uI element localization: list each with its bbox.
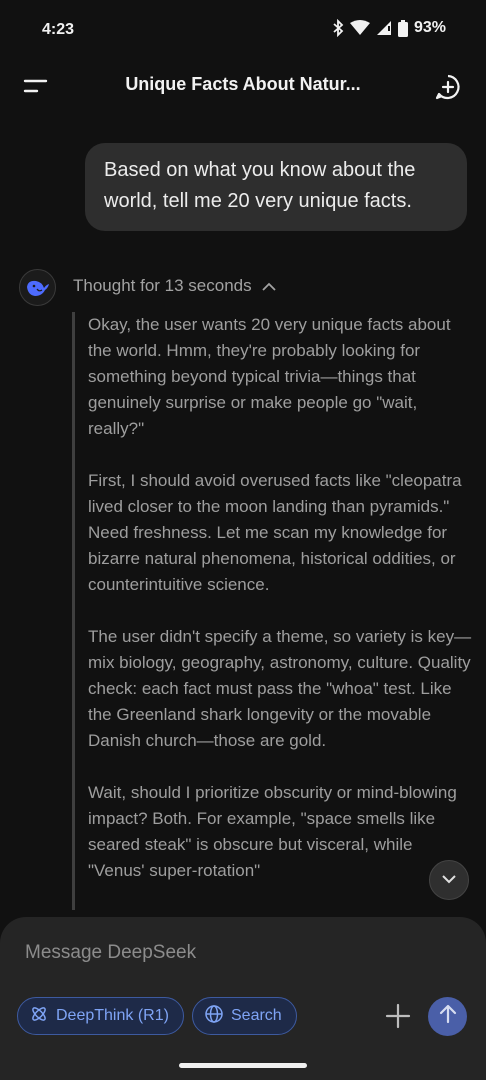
plus-icon[interactable] bbox=[384, 1002, 412, 1030]
deepthink-button[interactable]: DeepThink (R1) bbox=[17, 997, 184, 1035]
home-indicator[interactable] bbox=[179, 1063, 307, 1068]
wifi-icon bbox=[349, 20, 370, 36]
chat-area[interactable]: Based on what you know about the world, … bbox=[0, 112, 486, 917]
status-icons: 93% bbox=[332, 19, 446, 37]
search-label: Search bbox=[231, 1007, 282, 1024]
thought-paragraph: Okay, the user wants 20 very unique fact… bbox=[88, 315, 451, 438]
thought-label: Thought for 13 seconds bbox=[73, 276, 252, 295]
thought-paragraph: The user didn't specify a theme, so vari… bbox=[88, 627, 472, 750]
chat-title: Unique Facts About Natur... bbox=[125, 74, 361, 94]
signal-icon bbox=[376, 20, 392, 36]
thought-content: Okay, the user wants 20 very unique fact… bbox=[72, 312, 472, 910]
composer: Message DeepSeek DeepThink (R1) Search bbox=[0, 917, 486, 1080]
status-bar: 4:23 93% bbox=[0, 0, 486, 60]
battery-percent: 93% bbox=[413, 19, 446, 36]
message-input[interactable]: Message DeepSeek bbox=[25, 942, 196, 964]
search-button[interactable]: Search bbox=[192, 997, 297, 1035]
chevron-up-icon bbox=[261, 276, 276, 296]
scroll-down-button[interactable] bbox=[429, 860, 469, 900]
status-time: 4:23 bbox=[42, 21, 75, 38]
new-chat-icon[interactable] bbox=[434, 73, 462, 101]
thought-paragraph: Wait, should I prioritize obscurity or m… bbox=[88, 783, 457, 880]
app-header: Unique Facts About Natur... bbox=[0, 60, 486, 112]
send-button[interactable] bbox=[428, 997, 467, 1036]
user-message: Based on what you know about the world, … bbox=[85, 143, 467, 231]
thought-paragraph: First, I should avoid overused facts lik… bbox=[88, 471, 462, 594]
battery-icon bbox=[397, 19, 408, 37]
deepseek-whale-icon bbox=[19, 269, 56, 306]
globe-icon bbox=[204, 1004, 224, 1029]
thought-toggle[interactable]: Thought for 13 seconds bbox=[73, 276, 276, 296]
atom-icon bbox=[29, 1004, 49, 1029]
arrow-up-icon bbox=[439, 1004, 457, 1029]
deepthink-label: DeepThink (R1) bbox=[56, 1007, 169, 1024]
bluetooth-icon bbox=[332, 19, 344, 37]
chevron-down-icon bbox=[441, 871, 457, 889]
